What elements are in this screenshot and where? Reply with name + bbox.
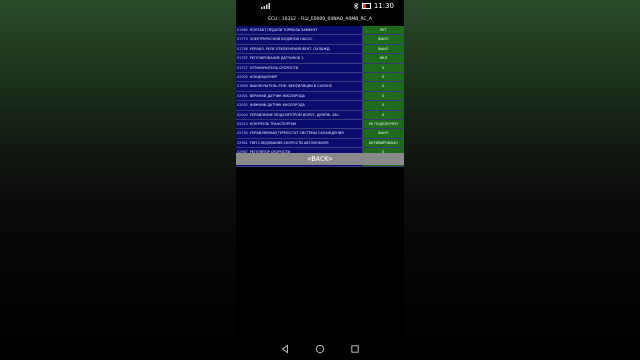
status-bar: 11:30 [236, 0, 404, 14]
table-row[interactable]: 02002 НИЖНИЙ ДАТЧИК КИСЛОРОДА 0 [236, 101, 404, 111]
parameter-code: 02013 [237, 121, 248, 126]
signal-icon [261, 3, 270, 9]
parameter-name-cell: 02981 ТИП СЛЕДОВАНИЯ СКОРОСТИ АВТОМОБИЛЯ [236, 138, 362, 148]
parameter-value: 0 [361, 82, 404, 91]
table-row[interactable]: 02004 УПРАВЛЕНИЕ МОДУЛЯТОРОМ ВОРОТ. ДЕМПФ… [236, 110, 404, 120]
parameter-name: УПРАВЛЕНИЕ МОДУЛЯТОРОМ ВОРОТ. ДЕМПФ. ЗАС… [249, 112, 340, 117]
parameter-name: ТИП СЛЕДОВАНИЯ СКОРОСТИ АВТОМОБИЛЯ [249, 140, 329, 145]
parameter-name-cell: 02001 ВЕРХНИЙ ДАТЧИК КИСЛОРОДА [236, 91, 362, 101]
circle-home-icon[interactable] [315, 344, 325, 354]
parameter-code: 01798 [237, 46, 248, 51]
parameter-value: АКТИВИРОВАНО [361, 138, 404, 148]
parameter-name: НИЖНИЙ ДАТЧИК КИСЛОРОДА [249, 103, 305, 108]
table-row[interactable]: 02981 ТИП СЛЕДОВАНИЯ СКОРОСТИ АВТОМОБИЛЯ А… [236, 138, 404, 149]
parameter-value: НЕ ПОДКЛЮЧЕН [361, 119, 404, 129]
parameter-name: ВЕРХНИЙ ДАТЧИК КИСЛОРОДА [249, 93, 305, 98]
table-row[interactable]: 01797 РЕГУЛИРОВАНИЕ ДАТЧИКОВ 1 ВКЛ [236, 54, 404, 64]
parameter-code: 01770 [237, 37, 248, 42]
parameter-value: 0 [361, 91, 404, 101]
parameter-value: ВЫКЛ [361, 35, 404, 44]
parameter-name-cell: 02002 НИЖНИЙ ДАТЧИК КИСЛОРОДА [236, 101, 362, 110]
parameter-name-cell: 01798 УПРАВЛ. РЕЛЕ ОТКЛЮЧЕНИЯ ВЕНТ. ОХЛАЖ… [236, 44, 362, 54]
parameter-code: 02004 [237, 112, 248, 117]
table-row[interactable]: 01798 УПРАВЛ. РЕЛЕ ОТКЛЮЧЕНИЯ ВЕНТ. ОХЛАЖ… [236, 44, 404, 55]
parameter-name-cell: 02013 КОНТРОЛЬ ТРАНСПОРТНИ [236, 119, 362, 129]
table-row[interactable]: 01999 ВЫКЛЮЧАТЕЛЬ РЕЖ. ВЕНТИЛЯЦИИ В САЛОН… [236, 82, 404, 92]
notification-icons [261, 3, 273, 11]
ecu-title: ECU : 10312 - FLU_E0000_04NAO_A0MB_RC_A [236, 14, 404, 26]
bluetooth-icon [353, 3, 359, 9]
battery-icon [361, 3, 371, 9]
back-button[interactable]: <BACK> [236, 153, 404, 165]
table-row[interactable]: 02001 ВЕРХНИЙ ДАТЧИК КИСЛОРОДА 0 [236, 91, 404, 102]
parameter-name-cell: 02730 УПРАВЛЯЕМЫЙ ТЕРМОСТАТ СИСТЕМЫ ОХЛАЖ… [236, 129, 362, 138]
table-row[interactable]: 02730 УПРАВЛЯЕМЫЙ ТЕРМОСТАТ СИСТЕМЫ ОХЛАЖ… [236, 129, 404, 139]
parameter-name-cell: 02004 УПРАВЛЕНИЕ МОДУЛЯТОРОМ ВОРОТ. ДЕМПФ… [236, 110, 362, 119]
parameter-name: УПРАВЛЯЕМЫЙ ТЕРМОСТАТ СИСТЕМЫ ОХЛАЖДЕНИЯ [249, 131, 344, 136]
triangle-back-icon[interactable] [280, 344, 290, 354]
app-window: 11:30 ECU : 10312 - FLU_E0000_04NAO_A0MB… [236, 0, 404, 360]
parameter-code: 02001 [237, 93, 248, 98]
status-right: 11:30 [353, 2, 394, 10]
parameter-name: ОГРАНИЧИТЕЛЬ СКОРОСТИ [249, 65, 299, 70]
android-nav-bar [270, 344, 370, 356]
parameter-name-cell: 01770 ЭЛЕКТРИЧЕСКИЙ ВОДЯНОЙ НАСОС [236, 35, 362, 44]
parameter-code: 02981 [237, 140, 248, 145]
parameter-name-cell: 02005 КОНДИЦИОНЕР [236, 72, 362, 82]
table-row[interactable]: 01985 КОНТАКТ ПЕДАЛИ ТОРМОЗА ЗАМКНУТ НЕТ [236, 26, 404, 36]
table-row[interactable]: 02013 КОНТРОЛЬ ТРАНСПОРТНИ НЕ ПОДКЛЮЧЕН [236, 119, 404, 130]
parameter-value: ВЫКЛ [361, 44, 404, 54]
parameter-code: 01999 [237, 84, 248, 89]
parameter-code: 01797 [237, 56, 248, 61]
table-row[interactable]: 02005 КОНДИЦИОНЕР 0 [236, 72, 404, 83]
parameter-table: 01985 КОНТАКТ ПЕДАЛИ ТОРМОЗА ЗАМКНУТ НЕТ 01… [236, 26, 404, 167]
parameter-name-cell: 01985 КОНТАКТ ПЕДАЛИ ТОРМОЗА ЗАМКНУТ [236, 26, 362, 35]
parameter-value: 0 [361, 101, 404, 110]
parameter-name-cell: 01999 ВЫКЛЮЧАТЕЛЬ РЕЖ. ВЕНТИЛЯЦИИ В САЛОН… [236, 82, 362, 91]
clock: 11:30 [373, 2, 394, 10]
table-row[interactable]: 01770 ЭЛЕКТРИЧЕСКИЙ ВОДЯНОЙ НАСОС ВЫКЛ [236, 35, 404, 45]
parameter-name-cell: 01797 РЕГУЛИРОВАНИЕ ДАТЧИКОВ 1 [236, 54, 362, 63]
parameter-name: КОНТАКТ ПЕДАЛИ ТОРМОЗА ЗАМКНУТ [249, 28, 318, 32]
parameter-value: 0 [361, 72, 404, 82]
parameter-name: ЭЛЕКТРИЧЕСКИЙ ВОДЯНОЙ НАСОС [249, 37, 313, 42]
parameter-value: 0 [361, 110, 404, 119]
square-recents-icon[interactable] [350, 344, 360, 354]
parameter-name-cell: 01727 ОГРАНИЧИТЕЛЬ СКОРОСТИ [236, 63, 362, 72]
table-row[interactable]: 01727 ОГРАНИЧИТЕЛЬ СКОРОСТИ 0 [236, 63, 404, 73]
parameter-code: 01727 [237, 65, 248, 70]
parameter-name: УПРАВЛ. РЕЛЕ ОТКЛЮЧЕНИЯ ВЕНТ. ОХЛАЖД. [249, 46, 331, 51]
parameter-name: КОНТРОЛЬ ТРАНСПОРТНИ [249, 121, 296, 126]
parameter-value: НЕТ [361, 26, 404, 35]
parameter-value: ВКЛ [361, 54, 404, 63]
parameter-name: КОНДИЦИОНЕР [249, 74, 278, 79]
parameter-code: 02005 [237, 74, 248, 79]
parameter-code: 01985 [237, 28, 248, 32]
parameter-name: ВЫКЛЮЧАТЕЛЬ РЕЖ. ВЕНТИЛЯЦИИ В САЛОНЕ [249, 84, 332, 89]
parameter-name: РЕГУЛИРОВАНИЕ ДАТЧИКОВ 1 [249, 56, 304, 61]
parameter-code: 02002 [237, 103, 248, 108]
parameter-code: 02730 [237, 131, 248, 136]
parameter-value: ВЫКЛ [361, 129, 404, 138]
parameter-value: 0 [361, 63, 404, 72]
